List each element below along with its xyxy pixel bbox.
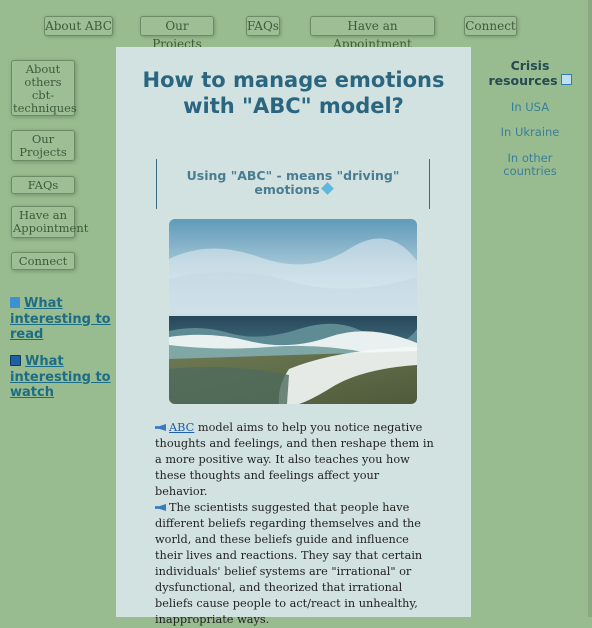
article-body: ABC model aims to help you notice negati… [155, 420, 435, 628]
crisis-link-ukraine[interactable]: In Ukraine [480, 126, 580, 139]
crisis-resources: Crisis resources In USA In Ukraine In ot… [480, 58, 580, 178]
page-title: How to manage emotions with "ABC" model? [142, 68, 445, 118]
read-link-label: What interesting to read [10, 296, 111, 342]
external-link-icon [560, 74, 572, 85]
top-nav-our-projects[interactable]: Our Projects [140, 16, 214, 51]
subtitle-box: Using "ABC" - means "driving" emotions [156, 159, 430, 209]
subtitle-wrap: Using "ABC" - means "driving" emotions [157, 169, 429, 197]
paragraph-text: model aims to help you notice negative t… [155, 421, 434, 498]
paragraph: The scientists suggested that people hav… [155, 500, 435, 628]
megaphone-icon [155, 424, 166, 431]
top-nav-about-abc[interactable]: About ABC [44, 16, 113, 36]
side-nav-our-projects[interactable]: Our Projects [11, 130, 75, 161]
tv-icon [10, 355, 21, 366]
top-nav: About ABC Our Projects FAQs Have an Appo… [0, 16, 592, 51]
megaphone-icon [155, 504, 166, 511]
paragraph: ABC model aims to help you notice negati… [155, 420, 435, 500]
sea-photo [169, 219, 417, 404]
crisis-link-usa[interactable]: In USA [480, 101, 580, 114]
side-nav-faqs[interactable]: FAQs [11, 176, 75, 194]
read-link[interactable]: What interesting to read [10, 296, 114, 343]
top-nav-connect[interactable]: Connect [464, 16, 517, 36]
subtitle: Using "ABC" - means "driving" emotions [186, 168, 400, 197]
sea-photo-image [169, 219, 417, 404]
abc-link[interactable]: ABC [169, 421, 194, 434]
side-nav-connect[interactable]: Connect [11, 252, 75, 270]
paragraph-text: The scientists suggested that people hav… [155, 501, 423, 626]
top-nav-faqs[interactable]: FAQs [246, 16, 280, 36]
crisis-link-other[interactable]: In other countries [480, 152, 580, 178]
side-nav-about-others[interactable]: About others cbt-techniques [11, 60, 77, 116]
crisis-resources-title-wrap: Crisis resources [480, 58, 580, 88]
side-nav-appointment[interactable]: Have an Appointment [11, 206, 88, 238]
crisis-resources-title: Crisis resources [488, 58, 558, 88]
scrollbar[interactable] [588, 0, 592, 617]
book-icon [10, 297, 20, 308]
watch-link-label: What interesting to watch [10, 354, 111, 400]
watch-link[interactable]: What interesting to watch [10, 354, 114, 401]
top-nav-appointment[interactable]: Have an Appointment [310, 16, 435, 51]
main-content: How to manage emotions with "ABC" model?… [116, 47, 471, 626]
diamond-icon [320, 182, 334, 195]
